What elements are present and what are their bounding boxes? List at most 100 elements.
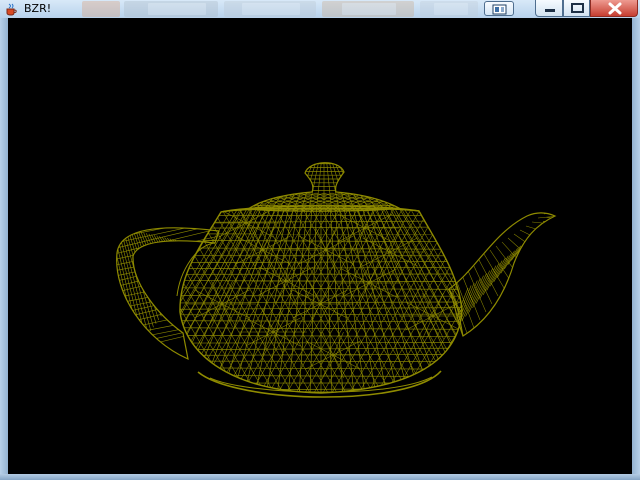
handle-edge xyxy=(116,227,144,342)
lid-meridian-edge xyxy=(346,162,395,212)
spout-edge xyxy=(465,275,484,317)
handle-edge xyxy=(117,227,146,339)
blurred-text xyxy=(342,3,396,15)
render-canvas xyxy=(8,18,632,474)
body-meridian-edge xyxy=(398,207,462,393)
body-star-edge xyxy=(252,249,264,273)
split-view-icon xyxy=(492,4,507,15)
lid-meridian-edge xyxy=(343,162,387,212)
minimize-button[interactable] xyxy=(535,0,563,17)
body-star-edge xyxy=(245,317,274,333)
lid-diagonal-edge xyxy=(188,193,236,212)
teapot-spout-mesh xyxy=(449,200,570,336)
handle-edge xyxy=(156,235,186,284)
body-star-edge xyxy=(332,354,344,378)
handle-edge xyxy=(177,240,206,255)
handle-edge xyxy=(169,238,198,266)
blurred-text xyxy=(434,3,468,15)
handle-edge xyxy=(116,227,131,359)
body-star-edge xyxy=(405,315,434,331)
title-bar[interactable]: BZR! xyxy=(0,0,640,19)
background-window-ghost xyxy=(82,1,120,17)
handle-edge xyxy=(143,232,172,302)
background-window-ghost xyxy=(322,1,414,17)
handle-edge xyxy=(116,227,139,350)
body-meridian-edge xyxy=(334,207,355,393)
java-cup-icon xyxy=(4,2,18,16)
body-diagonal-edge xyxy=(68,208,178,398)
body-diagonal-edge xyxy=(427,207,462,393)
lid-meridian-edge xyxy=(261,162,305,212)
lid-diagonal-edge xyxy=(412,193,460,212)
body-star-edge xyxy=(272,331,301,347)
handle-edge xyxy=(164,237,193,273)
maximize-button[interactable] xyxy=(563,0,590,17)
body-star-edge xyxy=(322,332,334,356)
lid-meridian-edge xyxy=(248,162,295,212)
body-diagonal-edge xyxy=(179,207,188,393)
body-diagonal-edge xyxy=(179,207,197,393)
body-diagonal-edge xyxy=(445,207,462,393)
body-star-edge xyxy=(325,227,337,251)
teapot-spout-outline xyxy=(448,212,557,337)
blurred-text xyxy=(148,3,206,15)
body-latitude-edge xyxy=(179,374,462,378)
lid-meridian-edge xyxy=(248,162,290,212)
body-star-edge xyxy=(319,289,348,305)
body-meridian-edge xyxy=(394,207,462,393)
lid-meridian-edge xyxy=(358,162,399,212)
body-meridian-edge xyxy=(287,207,308,393)
wireframe-teapot xyxy=(68,162,574,398)
body-star-edge xyxy=(341,282,370,298)
background-window-ghost xyxy=(124,1,218,17)
handle-edge xyxy=(180,240,209,252)
window-title: BZR! xyxy=(24,2,52,15)
handle-edge xyxy=(116,227,219,234)
spout-edge xyxy=(550,200,570,210)
window-bottom-border xyxy=(0,474,640,480)
handle-edge xyxy=(116,307,219,333)
window-left-border xyxy=(0,18,8,480)
spout-edge xyxy=(532,228,543,235)
body-diagonal-edge xyxy=(464,208,574,398)
lid-meridian-edge xyxy=(253,162,302,212)
minimize-icon xyxy=(545,9,555,12)
background-window-ghost xyxy=(420,1,478,17)
handle-edge xyxy=(116,227,219,229)
handle-edge xyxy=(153,234,183,288)
close-button[interactable] xyxy=(590,0,638,17)
window-right-border xyxy=(632,18,640,480)
handle-edge xyxy=(161,236,191,277)
body-diagonal-edge xyxy=(68,208,178,398)
body-diagonal-edge xyxy=(427,207,462,393)
body-star-edge xyxy=(298,235,327,251)
split-view-button[interactable] xyxy=(484,1,514,16)
maximize-icon xyxy=(571,3,584,13)
body-meridian-edge xyxy=(375,207,455,393)
body-diagonal-edge xyxy=(445,207,462,393)
lid-diagonal-edge xyxy=(412,193,460,212)
body-diagonal-edge xyxy=(179,207,197,393)
body-latitude-edge xyxy=(168,394,473,395)
body-latitude-edge xyxy=(179,388,462,391)
body-meridian-edge xyxy=(309,207,317,393)
body-diagonal-edge xyxy=(418,207,462,393)
body-star-edge xyxy=(275,280,287,304)
handle-edge xyxy=(116,227,133,357)
body-latitude-edge xyxy=(179,220,462,223)
body-diagonal-edge xyxy=(179,207,188,393)
lid-diagonal-edge xyxy=(188,193,236,212)
background-window-ghost xyxy=(224,1,316,17)
body-star-edge xyxy=(368,268,397,284)
body-star-edge xyxy=(252,227,264,251)
body-diagonal-edge xyxy=(464,208,574,398)
close-icon xyxy=(608,2,622,15)
body-diagonal-edge xyxy=(418,207,462,393)
blurred-text xyxy=(242,3,300,15)
body-latitude-edge xyxy=(179,342,462,344)
teapot-handle-mesh xyxy=(116,227,219,359)
body-star-edge xyxy=(309,281,321,305)
app-window: BZR! xyxy=(0,0,640,480)
lid-meridian-edge xyxy=(353,162,399,212)
body-meridian-edge xyxy=(385,207,462,393)
